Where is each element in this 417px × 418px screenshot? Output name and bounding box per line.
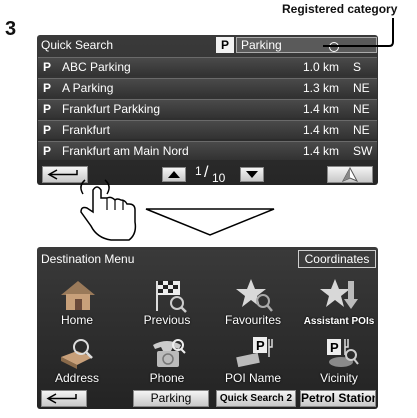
results-list: P ABC Parking 1.0 km S P A Parking 1.3 k… [38,57,377,162]
tile-label: Home [60,313,93,327]
map-arrow-icon [341,166,359,183]
category-value: Parking [241,38,282,52]
tile-label: Address [54,371,100,385]
vicinity-tile[interactable]: P Vicinity [299,335,379,385]
checkered-flag-icon [156,281,187,313]
home-tile[interactable]: Home [37,277,117,327]
back-button[interactable] [41,390,87,407]
destination-menu-title: Destination Menu [41,252,135,266]
quick-search-screen: Quick Search P Parking P ABC Parking 1.0… [37,35,378,185]
result-row[interactable]: P Frankfurt Parkking 1.4 km NE [38,99,377,118]
result-distance: 1.4 km [303,102,340,116]
result-name: Frankfurt [62,123,111,137]
poi-name-icon: P [236,337,273,368]
result-direction: SW [353,144,373,158]
result-direction: NE [353,81,370,95]
parking-p-icon: P [43,123,52,137]
tapping-hand-icon [80,179,137,241]
tile-label: Favourites [224,313,282,327]
registered-category-callout: Registered category [282,2,398,16]
page-current: 1 [195,164,202,178]
quick-search-2-button[interactable]: Quick Search 2 [216,390,296,407]
svg-text:P: P [330,340,339,355]
triangle-up-icon [168,171,180,178]
result-name: A Parking [62,81,114,95]
category-field[interactable]: P Parking [216,36,377,54]
result-row[interactable]: P A Parking 1.3 km NE [38,78,377,97]
parking-p-icon: P [43,60,52,74]
previous-tile[interactable]: Previous [127,277,207,327]
back-arrow-icon [46,393,77,404]
result-name: Frankfurt Parkking [62,102,161,116]
down-arrow-icon [145,208,275,236]
result-row[interactable]: P ABC Parking 1.0 km S [38,57,377,76]
petrol-station-button[interactable]: Petrol Station [300,390,376,407]
tile-label: Phone [149,371,185,385]
step-number: 3 [5,18,17,40]
tile-label: Assistant POIs [303,316,375,327]
triangle-down-icon [246,171,258,178]
parking-p-icon: P [43,144,52,158]
destination-menu-bottom-bar: Parking Quick Search 2 Petrol Station [37,389,378,409]
result-row[interactable]: P Frankfurt 1.4 km NE [38,120,377,139]
destination-menu-screen: Destination Menu Coordinates Home Previo… [37,247,378,409]
result-distance: 1.3 km [303,81,340,95]
result-row[interactable]: P Frankfurt am Main Nord 1.4 km SW [38,141,377,160]
telephone-icon [153,339,186,367]
star-magnifier-icon [236,279,273,312]
category-box: Parking [236,37,377,53]
quick-search-header: Quick Search P Parking [37,35,378,55]
house-icon [61,281,95,310]
result-direction: NE [353,102,370,116]
category-marker-icon [329,42,339,52]
phone-tile[interactable]: Phone [127,335,207,385]
result-distance: 1.4 km [303,123,340,137]
result-direction: NE [353,123,370,137]
assistant-pois-tile[interactable]: Assistant POIs [299,277,379,327]
page-separator: / [204,164,209,181]
result-distance: 1.4 km [303,144,340,158]
favourites-tile[interactable]: Favourites [213,277,293,327]
result-name: Frankfurt am Main Nord [62,144,189,158]
svg-text:P: P [256,338,265,353]
tile-label: POI Name [224,371,281,385]
result-distance: 1.0 km [303,60,340,74]
tile-label: Vicinity [320,371,358,385]
star-arrow-icon [320,279,358,309]
coordinates-button[interactable]: Coordinates [298,250,376,268]
book-magnifier-icon [61,339,93,369]
poi-name-tile[interactable]: P POI Name [213,335,293,385]
parking-p-icon: P [43,102,52,116]
address-tile[interactable]: Address [37,335,117,385]
map-button[interactable] [327,166,373,183]
tile-label: Previous [143,313,191,327]
vicinity-icon: P [327,339,359,367]
parking-p-icon: P [216,37,234,53]
parking-p-icon: P [43,81,52,95]
quick-search-title: Quick Search [41,38,114,52]
page-down-button[interactable] [240,167,264,182]
result-name: ABC Parking [62,60,131,74]
result-direction: S [353,60,362,74]
page-up-button[interactable] [162,167,186,182]
page-total: 10 [212,171,226,185]
parking-button[interactable]: Parking [133,390,209,407]
